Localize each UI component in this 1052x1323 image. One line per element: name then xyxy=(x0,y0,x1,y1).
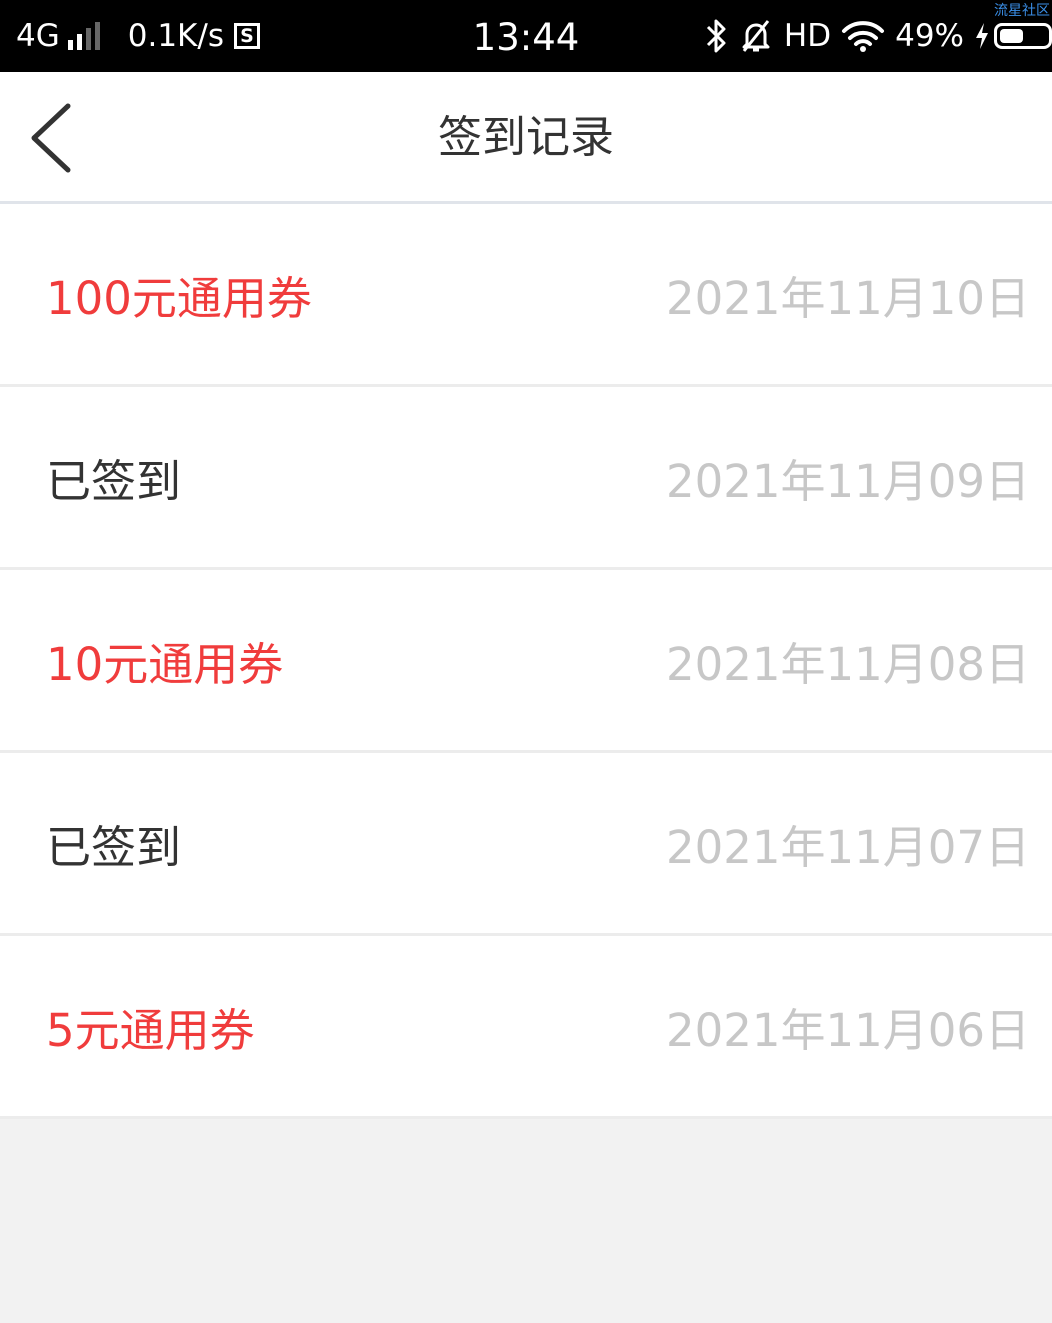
page-header: 签到记录 xyxy=(0,72,1052,204)
back-button[interactable] xyxy=(22,100,86,176)
record-row: 100元通用券 2021年11月10日 xyxy=(0,204,1052,387)
chevron-left-icon xyxy=(31,103,71,173)
record-reward: 10元通用券 xyxy=(46,637,284,691)
record-date: 2021年11月10日 xyxy=(665,271,1030,325)
charging-icon xyxy=(976,23,988,49)
record-row: 10元通用券 2021年11月08日 xyxy=(0,570,1052,753)
record-reward: 已签到 xyxy=(46,454,182,508)
watermark-text: 流星社区 xyxy=(994,3,1050,19)
record-row: 已签到 2021年11月07日 xyxy=(0,753,1052,936)
record-reward: 5元通用券 xyxy=(46,1003,255,1057)
record-row: 已签到 2021年11月09日 xyxy=(0,387,1052,570)
status-bar: 4G 0.1K/s S 13:44 HD 49% 流星社区 xyxy=(0,0,1052,72)
record-row: 5元通用券 2021年11月06日 xyxy=(0,936,1052,1119)
record-date: 2021年11月08日 xyxy=(665,637,1030,691)
record-reward: 100元通用券 xyxy=(46,271,312,325)
bluetooth-icon xyxy=(706,19,726,53)
record-date: 2021年11月09日 xyxy=(665,454,1030,508)
battery-percent: 49% xyxy=(895,18,964,54)
record-date: 2021年11月06日 xyxy=(665,1003,1030,1057)
record-reward: 已签到 xyxy=(46,820,182,874)
battery-icon xyxy=(994,23,1052,49)
checkin-record-list: 100元通用券 2021年11月10日 已签到 2021年11月09日 10元通… xyxy=(0,204,1052,1119)
hd-label: HD xyxy=(783,18,832,54)
page-title: 签到记录 xyxy=(438,112,614,163)
wifi-icon xyxy=(842,21,885,52)
mute-bell-icon xyxy=(742,20,770,52)
record-date: 2021年11月07日 xyxy=(665,820,1030,874)
battery-fill xyxy=(1000,29,1023,43)
